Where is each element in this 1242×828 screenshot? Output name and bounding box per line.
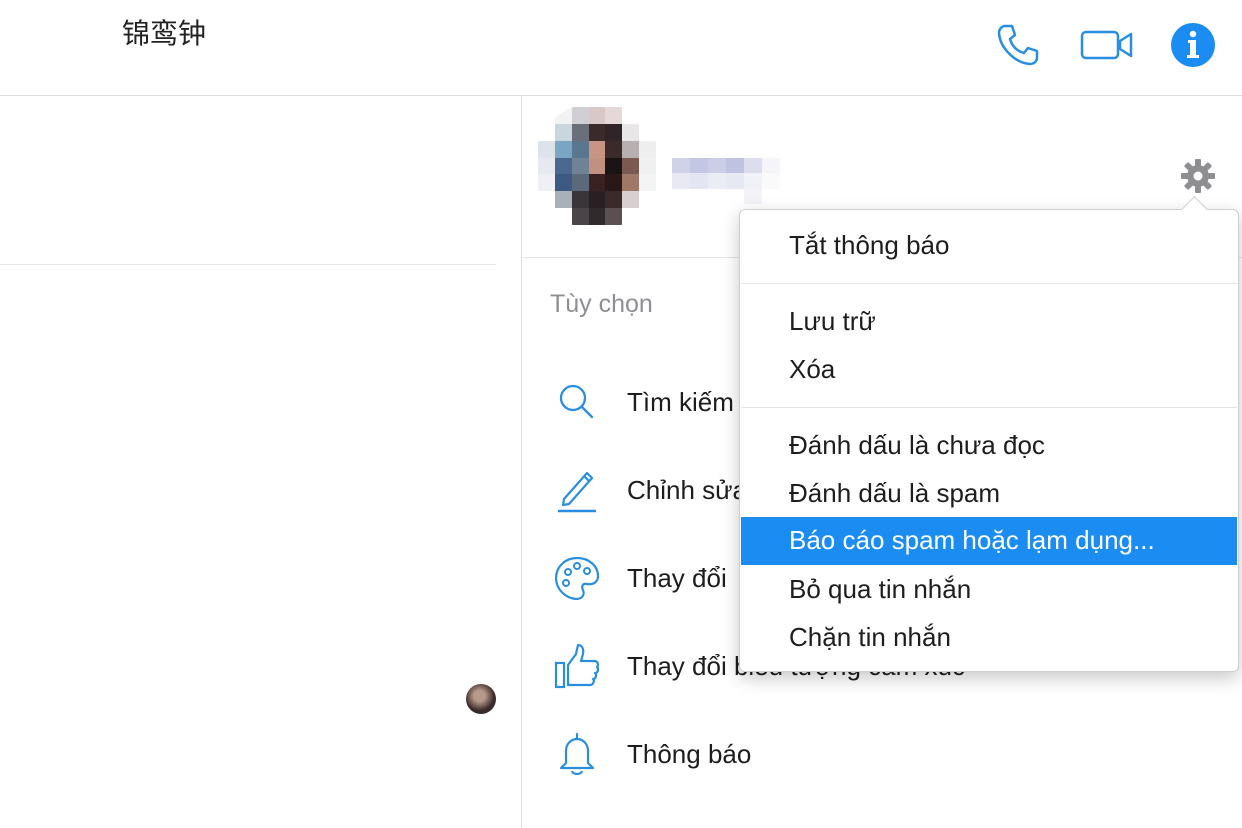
info-icon (1171, 23, 1215, 67)
bell-icon (559, 732, 595, 776)
menu-item-report-spam[interactable]: Báo cáo spam hoặc lạm dụng... (741, 517, 1237, 565)
options-section-label: Tùy chọn (550, 290, 653, 318)
chat-pane (0, 96, 521, 828)
menu-item-label: Bỏ qua tin nhắn (789, 574, 972, 604)
menu-item-label: Chặn tin nhắn (789, 622, 951, 652)
menu-item-label: Đánh dấu là spam (789, 478, 1001, 508)
palette-icon (554, 556, 600, 601)
menu-item-label: Xóa (789, 354, 836, 384)
menu-item-label: Lưu trữ (789, 306, 876, 336)
option-label: Chỉnh sửa (627, 475, 748, 505)
settings-button[interactable] (1180, 158, 1216, 194)
phone-icon (997, 24, 1039, 66)
menu-item-label: Báo cáo spam hoặc lạm dụng... (789, 525, 1155, 555)
video-call-button[interactable] (1080, 20, 1134, 70)
menu-item-block-messages[interactable]: Chặn tin nhắn (741, 614, 1237, 662)
call-button[interactable] (993, 20, 1043, 70)
gear-icon (1181, 159, 1215, 193)
menu-item-mute[interactable]: Tắt thông báo (741, 222, 1237, 270)
menu-item-delete[interactable]: Xóa (741, 346, 1237, 394)
profile-name-blurred (672, 158, 780, 204)
menu-separator (741, 283, 1237, 284)
settings-dropdown-menu: Tắt thông báo Lưu trữ Xóa Đánh dấu là ch… (739, 209, 1239, 672)
conversation-title: 锦鸾钟 (122, 17, 207, 50)
option-notifications[interactable]: Thông báo (550, 725, 1230, 785)
menu-item-mark-unread[interactable]: Đánh dấu là chưa đọc (741, 422, 1237, 470)
menu-item-ignore-messages[interactable]: Bỏ qua tin nhắn (741, 566, 1237, 614)
menu-item-mark-spam[interactable]: Đánh dấu là spam (741, 470, 1237, 518)
pencil-icon (558, 471, 596, 513)
menu-separator (741, 407, 1237, 408)
conversation-header: 锦鸾钟 (0, 0, 1242, 96)
video-camera-icon (1080, 30, 1133, 60)
chat-divider (0, 264, 496, 265)
menu-item-label: Tắt thông báo (789, 230, 950, 260)
seen-avatar (466, 684, 496, 714)
menu-item-archive[interactable]: Lưu trữ (741, 298, 1237, 346)
avatar[interactable] (538, 107, 656, 225)
option-label: Thay đổi (627, 563, 727, 593)
option-label: Tìm kiếm (627, 387, 734, 417)
menu-item-label: Đánh dấu là chưa đọc (789, 430, 1045, 460)
thumbs-up-icon (554, 643, 600, 689)
info-button[interactable] (1170, 22, 1216, 68)
search-icon (559, 384, 594, 419)
option-label: Thông báo (627, 739, 752, 769)
